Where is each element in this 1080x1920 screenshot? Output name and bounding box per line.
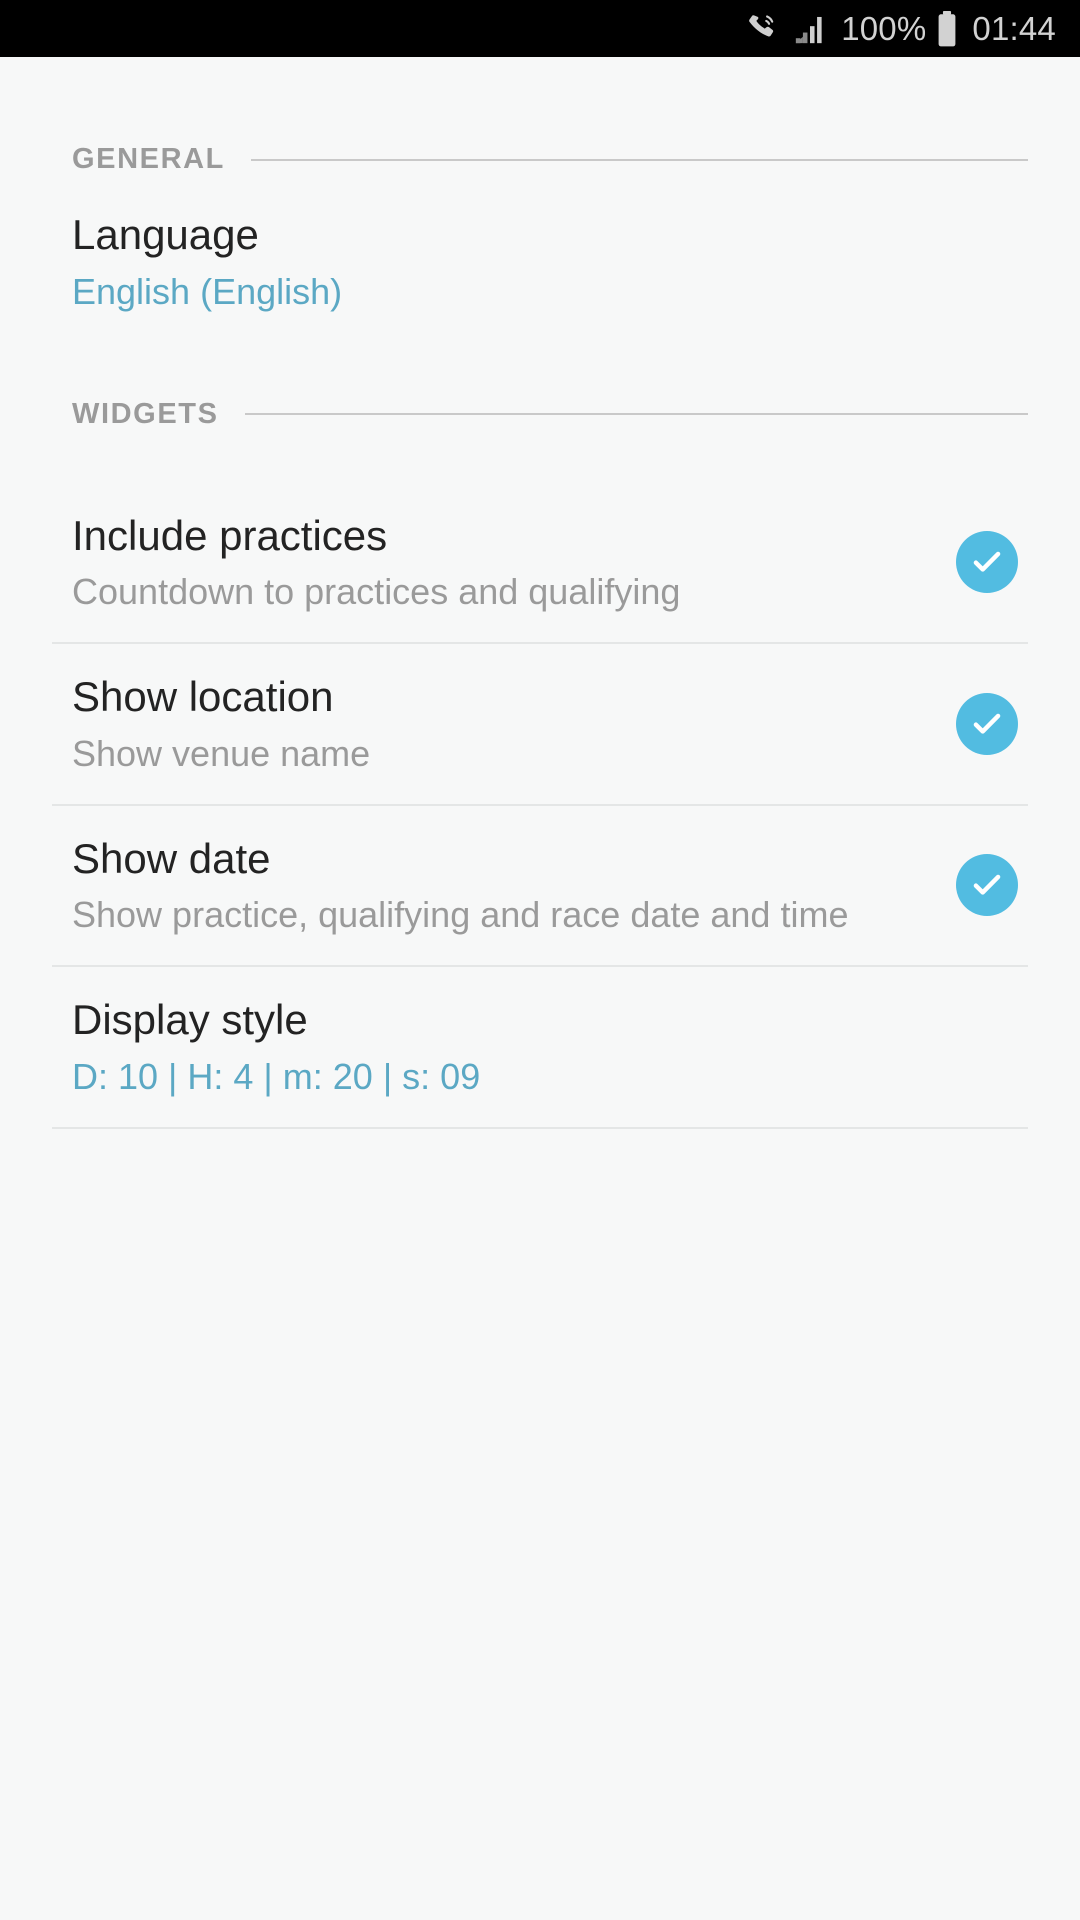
settings-content: GENERAL Language English (English) WIDGE… [0, 143, 1080, 1129]
status-bar: 100% 01:44 [0, 0, 1080, 57]
settings-row-show-location-texts: Show location Show venue name [72, 672, 956, 776]
settings-row-include-practices-texts: Include practices Countdown to practices… [72, 511, 956, 615]
settings-row-display-style-title: Display style [72, 996, 308, 1044]
status-bar-right-cluster: 100% 01:44 [745, 10, 1056, 47]
settings-row-language-title: Language [72, 211, 259, 258]
settings-row-include-practices-title: Include practices [72, 511, 388, 559]
section-header-widgets: WIDGETS [0, 398, 1080, 431]
section-header-general: GENERAL [0, 143, 1080, 176]
settings-row-show-date-subtitle: Show practice, qualifying and race date … [72, 894, 849, 936]
checkbox-show-location[interactable] [956, 692, 1018, 755]
settings-row-display-style-value: D: 10 | H: 4 | m: 20 | s: 09 [72, 1055, 481, 1097]
settings-row-include-practices-subtitle: Countdown to practices and qualifying [72, 571, 681, 613]
settings-row-show-location[interactable]: Show location Show venue name [0, 644, 1080, 804]
settings-row-show-date-texts: Show date Show practice, qualifying and … [72, 834, 956, 938]
settings-row-language-texts: Language English (English) [72, 210, 1018, 314]
checkbox-show-date[interactable] [956, 854, 1018, 917]
settings-row-include-practices[interactable]: Include practices Countdown to practices… [0, 483, 1080, 643]
settings-screen: 100% 01:44 GENERAL Language English (Eng… [0, 0, 1080, 1920]
checkbox-include-practices[interactable] [956, 531, 1018, 594]
settings-row-language[interactable]: Language English (English) [0, 176, 1080, 324]
checkmark-icon [968, 705, 1006, 743]
battery-full-icon [936, 10, 958, 47]
section-label-general: GENERAL [72, 143, 225, 175]
settings-row-show-location-title: Show location [72, 673, 334, 721]
checkmark-icon [968, 866, 1006, 904]
clock-label: 01:44 [972, 10, 1056, 47]
settings-row-show-date-title: Show date [72, 834, 271, 882]
settings-row-show-date[interactable]: Show date Show practice, qualifying and … [0, 806, 1080, 966]
section-rule-general [251, 158, 1028, 161]
settings-row-display-style[interactable]: Display style D: 10 | H: 4 | m: 20 | s: … [0, 967, 1080, 1127]
call-vibrate-icon [745, 12, 779, 46]
settings-row-display-style-texts: Display style D: 10 | H: 4 | m: 20 | s: … [72, 995, 1018, 1099]
signal-bars-icon [793, 13, 827, 45]
settings-row-language-value: English (English) [72, 270, 343, 312]
row-divider [52, 1126, 1028, 1129]
checkmark-icon [968, 543, 1006, 581]
battery-percent-label: 100% [841, 10, 927, 47]
section-rule-widgets [244, 413, 1028, 416]
section-label-widgets: WIDGETS [72, 397, 219, 430]
settings-row-show-location-subtitle: Show venue name [72, 732, 371, 774]
